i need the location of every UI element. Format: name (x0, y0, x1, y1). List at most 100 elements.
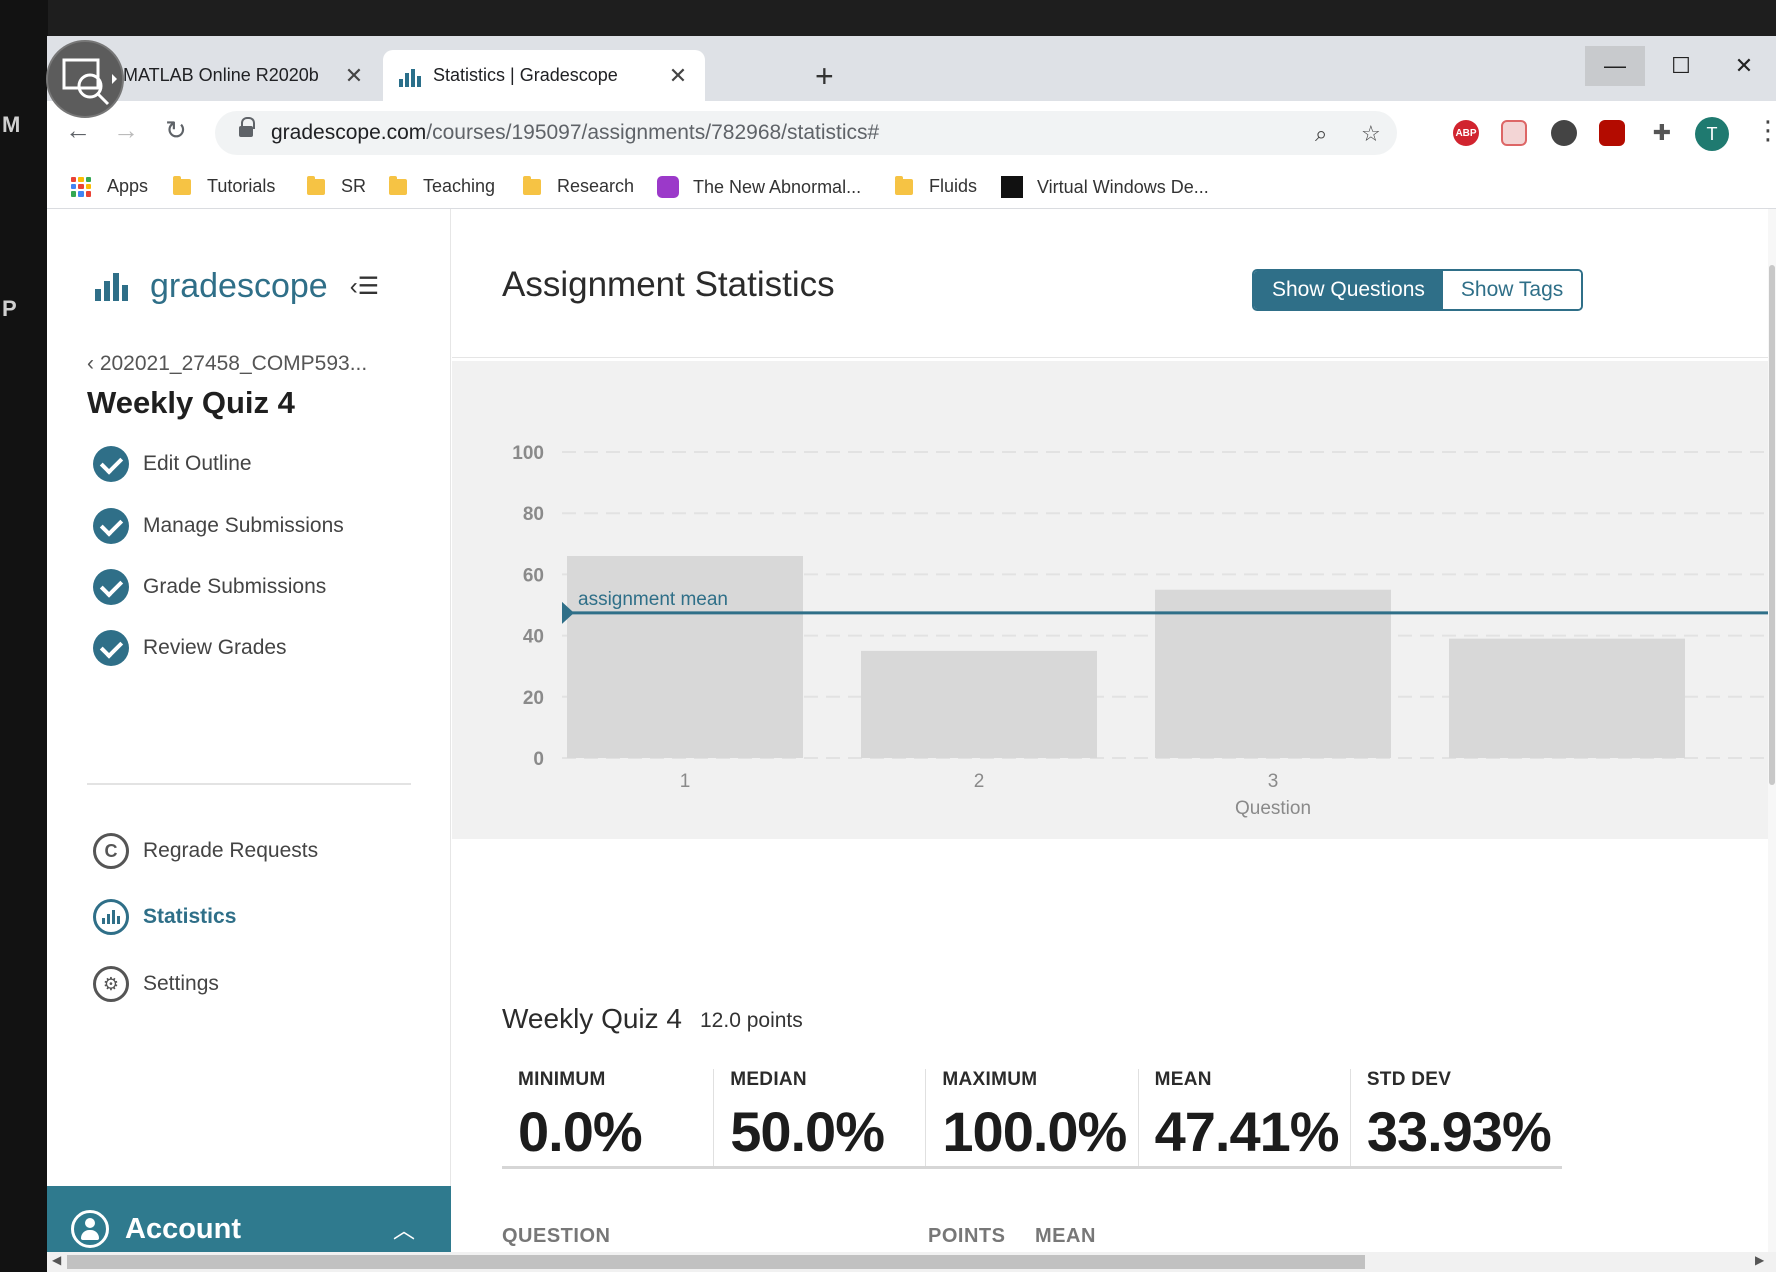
star-icon[interactable]: ☆ (1361, 121, 1381, 147)
check-icon (93, 446, 129, 482)
course-breadcrumb[interactable]: ‹ 202021_27458_COMP593... (87, 352, 367, 376)
folder-icon (173, 175, 191, 195)
x-tick-label: 2 (974, 771, 985, 792)
minimize-button[interactable]: — (1585, 46, 1645, 86)
bar-question-2 (861, 650, 1097, 758)
acrobat-icon[interactable] (1599, 120, 1625, 146)
y-tick-label: 60 (523, 565, 544, 586)
stat-std-dev: STD DEV 33.93% (1366, 1069, 1552, 1163)
stat-maximum: MAXIMUM 100.0% (926, 1069, 1139, 1166)
account-label: Account (125, 1212, 241, 1245)
y-tick-label: 100 (512, 443, 544, 464)
y-tick-label: 80 (523, 504, 544, 525)
sidebar-item-manage-submissions[interactable]: Manage Submissions (93, 508, 344, 544)
statistics-icon (93, 899, 129, 935)
scroll-right-arrow-icon[interactable]: ▶ (1755, 1253, 1764, 1267)
gradescope-logo-icon (95, 272, 128, 301)
close-icon[interactable]: ✕ (343, 63, 365, 89)
desktop-letter: P (2, 296, 17, 321)
lock-icon (239, 117, 255, 139)
sidebar-item-settings[interactable]: ⚙ Settings (93, 966, 219, 1002)
maximize-button[interactable]: ☐ (1651, 46, 1711, 86)
view-toggle: Show Questions Show Tags (1252, 269, 1584, 311)
sidebar-item-regrade-requests[interactable]: C Regrade Requests (93, 833, 318, 869)
check-icon (93, 630, 129, 666)
zoom-icon[interactable]: ⌕ (1315, 121, 1327, 147)
y-tick-label: 20 (523, 688, 544, 709)
bookmark-teaching[interactable]: Teaching (389, 175, 495, 197)
close-window-button[interactable]: ✕ (1714, 46, 1774, 86)
show-tags-button[interactable]: Show Tags (1442, 271, 1582, 309)
scrollbar-thumb[interactable] (67, 1255, 1365, 1269)
bookmark-new-abnormal[interactable]: The New Abnormal... (657, 176, 861, 198)
gradescope-favicon-icon (399, 65, 421, 87)
new-tab-button[interactable]: + (815, 58, 834, 95)
stat-median: MEDIAN 50.0% (714, 1069, 927, 1166)
screen-capture-tool-icon[interactable] (46, 40, 124, 118)
sidebar-item-edit-outline[interactable]: Edit Outline (93, 446, 252, 482)
bookmark-fluids[interactable]: Fluids (895, 175, 977, 197)
extension-red-icon[interactable] (1501, 120, 1527, 146)
x-axis-label: Question (1235, 798, 1311, 819)
bar-question-4 (1449, 638, 1685, 758)
vertical-scrollbar[interactable] (1768, 209, 1776, 1252)
bookmarks-bar: Apps Tutorials SR Teaching Research The … (47, 165, 1776, 209)
sidebar-item-grade-submissions[interactable]: Grade Submissions (93, 569, 326, 605)
brand-name: gradescope (150, 267, 328, 305)
collapse-sidebar-icon[interactable]: ‹☰ (350, 272, 380, 301)
browser-toolbar: ← → ↻ gradescope.com/courses/195097/assi… (47, 101, 1776, 165)
stats-row: MINIMUM 0.0% MEDIAN 50.0% MAXIMUM 100.0% ME… (502, 1069, 1562, 1169)
scrollbar-thumb[interactable] (1769, 265, 1775, 785)
horizontal-scrollbar[interactable]: ◀ ▶ (47, 1252, 1776, 1272)
browser-window: MATLAB Online R2020b ✕ Statistics | Grad… (47, 36, 1776, 1272)
check-icon (93, 569, 129, 605)
puzzle-icon[interactable]: ✚ (1649, 120, 1675, 146)
sidebar-divider (87, 783, 411, 785)
folder-icon (389, 175, 407, 195)
header-divider (452, 357, 1776, 358)
x-tick-label: 1 (680, 771, 691, 792)
column-header-question[interactable]: QUESTION (502, 1225, 610, 1248)
summary-title: Weekly Quiz 4 (502, 1003, 682, 1034)
tab-strip: MATLAB Online R2020b ✕ Statistics | Grad… (47, 36, 1776, 101)
column-header-mean[interactable]: MEAN (1035, 1225, 1096, 1248)
brand[interactable]: gradescope ‹☰ (95, 267, 379, 306)
bookmark-virtual-windows[interactable]: Virtual Windows De... (1001, 176, 1209, 198)
bar-question-3 (1155, 589, 1391, 758)
bookmark-research[interactable]: Research (523, 175, 634, 197)
summary-points: 12.0 points (700, 1009, 803, 1032)
url-text[interactable]: gradescope.com/courses/195097/assignment… (271, 121, 879, 145)
close-icon[interactable]: ✕ (667, 63, 689, 89)
bookmark-sr[interactable]: SR (307, 175, 366, 197)
extension-circle-icon[interactable] (1551, 120, 1577, 146)
reload-icon[interactable]: ↻ (165, 115, 187, 146)
tab-statistics[interactable]: Statistics | Gradescope ✕ (383, 50, 705, 101)
mean-line-label: assignment mean (578, 589, 728, 610)
desktop-letter: M (2, 112, 21, 137)
y-tick-label: 0 (533, 749, 544, 770)
page-title: Assignment Statistics (502, 265, 835, 304)
sidebar: gradescope ‹☰ ‹ 202021_27458_COMP593... … (47, 209, 451, 1272)
sidebar-item-review-grades[interactable]: Review Grades (93, 630, 287, 666)
question-chart: 0 20 40 60 80 100 1 2 3 Question assignment mean (452, 361, 1776, 839)
address-bar[interactable]: gradescope.com/courses/195097/assignment… (215, 111, 1397, 155)
folder-icon (307, 175, 325, 195)
sidebar-item-statistics[interactable]: Statistics (93, 899, 236, 935)
virtual-windows-icon (1001, 176, 1023, 198)
folder-icon (895, 175, 913, 195)
check-icon (93, 508, 129, 544)
x-tick-label: 3 (1268, 771, 1279, 792)
column-header-points[interactable]: POINTS (928, 1225, 1005, 1248)
gear-icon: ⚙ (93, 966, 129, 1002)
apps-grid-icon (71, 176, 91, 197)
bookmark-apps[interactable]: Apps (71, 176, 148, 197)
stat-mean: MEAN 47.41% (1139, 1069, 1351, 1166)
adblock-icon[interactable]: ABP (1453, 120, 1479, 146)
menu-kebab-icon[interactable]: ⋮ (1755, 115, 1776, 146)
bookmark-tutorials[interactable]: Tutorials (173, 175, 275, 197)
user-icon (71, 1210, 109, 1248)
scroll-left-arrow-icon[interactable]: ◀ (52, 1253, 61, 1267)
tab-title: Statistics | Gradescope (433, 65, 618, 85)
show-questions-button[interactable]: Show Questions (1254, 271, 1443, 309)
profile-avatar[interactable]: T (1695, 117, 1729, 151)
